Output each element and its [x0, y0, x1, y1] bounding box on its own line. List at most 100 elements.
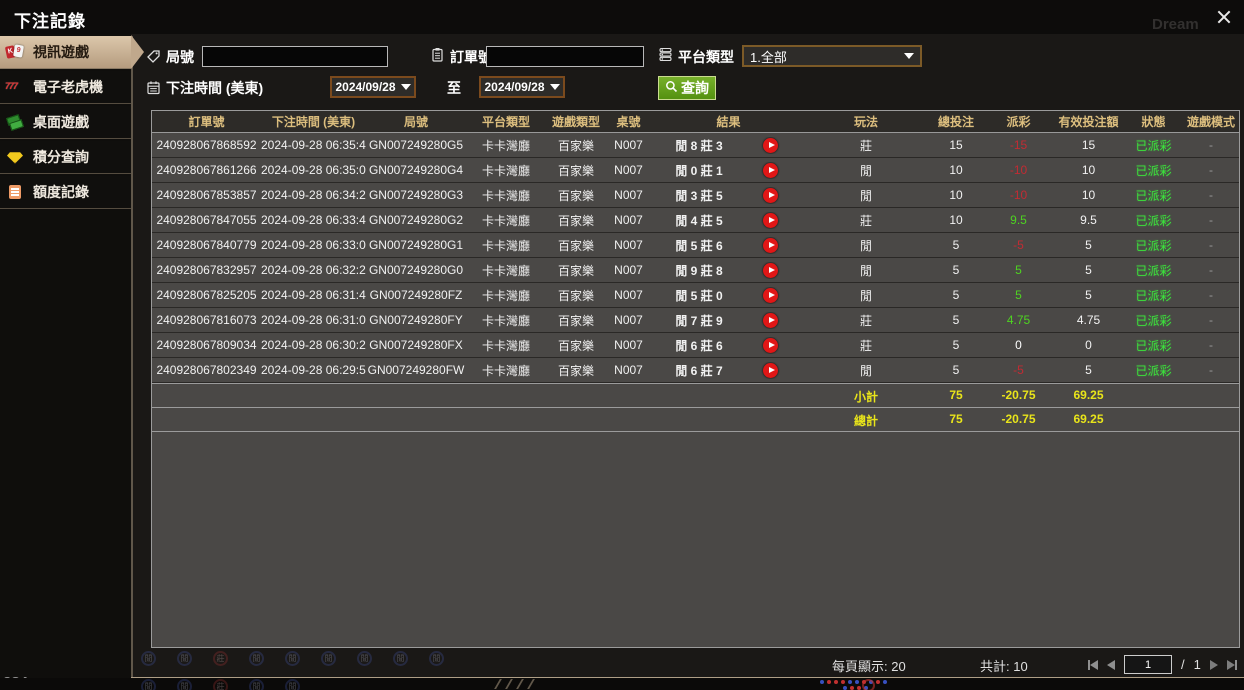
cell-game-mode: -	[1209, 313, 1213, 327]
column-header: 下注時間 (美東)	[271, 115, 356, 129]
cell-total-bet: 5	[952, 363, 960, 377]
play-video-icon[interactable]	[763, 137, 778, 153]
cell-platform: 卡卡灣廳	[481, 238, 530, 253]
player-bead: 閒	[177, 679, 192, 690]
search-button[interactable]: 查詢	[658, 76, 716, 100]
platform-type-select[interactable]: 1.全部	[742, 45, 922, 67]
player-bead: 閒	[285, 679, 300, 690]
cell-valid-bet: 10	[1081, 163, 1096, 177]
tag-icon	[146, 49, 161, 64]
sidebar-item-label: 桌面遊戲	[33, 114, 89, 130]
cell-order-number: 240928067853857	[156, 188, 257, 202]
play-video-icon[interactable]	[763, 337, 778, 353]
cell-game-type: 百家樂	[557, 238, 594, 253]
cell-total-bet: 5	[952, 338, 960, 352]
cell-result: 閒 5 莊 6	[651, 237, 806, 254]
cell-status: 已派彩	[1135, 338, 1172, 353]
title-bar: 下注記錄 Dream	[0, 0, 1244, 34]
last-page-button[interactable]	[1226, 659, 1237, 670]
cell-result: 閒 9 莊 8	[651, 262, 806, 279]
cell-status: 已派彩	[1135, 313, 1172, 328]
result-text: 閒 9 莊 8	[675, 263, 723, 278]
result-text: 閒 0 莊 1	[675, 163, 723, 178]
cell-bet-time: 2024-09-28 06:35:40	[261, 138, 366, 152]
cell-result: 閒 3 莊 5	[651, 187, 806, 204]
sidebar-item-0[interactable]: K 9 視訊遊戲	[0, 35, 144, 69]
cell-play-type: 閒	[859, 363, 872, 378]
column-header: 遊戲模式	[1186, 115, 1235, 129]
close-icon[interactable]	[1216, 9, 1232, 25]
cell-game-mode: -	[1209, 213, 1213, 227]
cell-table-number: N007	[614, 338, 643, 352]
cell-table-number: N007	[614, 363, 643, 377]
cell-platform: 卡卡灣廳	[481, 288, 530, 303]
cell-game-mode: -	[1209, 163, 1213, 177]
cell-order-number: 240928067809034	[156, 338, 257, 352]
player-bead: 閒	[141, 679, 156, 690]
table-row: 240928067832957 2024-09-28 06:32:25 GN0072…	[152, 258, 1239, 283]
cell-game-type: 百家樂	[557, 188, 594, 203]
date-to-value: 2024/09/28	[484, 80, 545, 94]
play-video-icon[interactable]	[763, 362, 778, 378]
table-games-icon	[5, 113, 26, 132]
prev-page-button[interactable]	[1107, 659, 1115, 670]
play-video-icon[interactable]	[763, 187, 778, 203]
column-header: 派彩	[1006, 115, 1031, 129]
play-video-icon[interactable]	[763, 262, 778, 278]
first-page-button[interactable]	[1088, 659, 1098, 670]
cell-result: 閒 7 莊 9	[651, 312, 806, 329]
cell-total-bet: 5	[952, 288, 960, 302]
play-video-icon[interactable]	[763, 287, 778, 303]
cell-round-number: GN007249280G4	[368, 163, 464, 177]
cell-table-number: N007	[614, 188, 643, 202]
platform-list-icon	[658, 47, 673, 62]
bet-records-table: 訂單號 下注時間 (美東) 局號 平台類型 遊戲類型 桌號 結果 玩法 總投注 派彩 有效投注額 狀態…	[151, 110, 1240, 648]
cell-total-bet: 5	[952, 313, 960, 327]
column-header: 玩法	[853, 115, 878, 129]
cell-status: 已派彩	[1135, 238, 1172, 253]
banker-dot	[841, 680, 845, 684]
subtotal-total-bet: 75	[949, 388, 963, 402]
page-input[interactable]	[1124, 655, 1172, 674]
date-to-picker[interactable]: 2024/09/28	[479, 76, 565, 98]
order-number-input[interactable]	[486, 46, 644, 67]
cell-game-mode: -	[1209, 363, 1213, 377]
search-button-label: 查詢	[681, 80, 709, 96]
cell-payout: 5	[1015, 288, 1022, 302]
play-video-icon[interactable]	[763, 312, 778, 328]
sidebar-item-2[interactable]: 桌面遊戲	[0, 106, 131, 139]
play-video-icon[interactable]	[763, 162, 778, 178]
date-from-picker[interactable]: 2024/09/28	[330, 76, 416, 98]
cell-play-type: 莊	[859, 338, 872, 353]
cell-play-type: 閒	[859, 288, 872, 303]
play-video-icon[interactable]	[763, 237, 778, 253]
cell-order-number: 240928067847055	[156, 213, 257, 227]
calendar-icon	[146, 80, 161, 95]
sidebar-item-1[interactable]: 777 電子老虎機	[0, 71, 131, 104]
sidebar-item-4[interactable]: 額度記錄	[0, 176, 131, 209]
cell-order-number: 240928067832957	[156, 263, 257, 277]
table-row: 240928067853857 2024-09-28 06:34:22 GN0072…	[152, 183, 1239, 208]
cell-play-type: 莊	[859, 213, 872, 228]
player-dot	[855, 680, 859, 684]
next-page-button[interactable]	[1209, 659, 1218, 670]
sidebar-item-3[interactable]: 積分查詢	[0, 141, 131, 174]
player-bead: 閒	[285, 651, 300, 666]
cell-payout: 5	[1015, 263, 1022, 277]
total-count-label: 共計: 10	[980, 659, 1028, 674]
cell-bet-time: 2024-09-28 06:33:45	[261, 213, 366, 227]
cell-valid-bet: 10	[1081, 188, 1096, 202]
grand-total-label: 總計	[853, 414, 878, 428]
cell-status: 已派彩	[1135, 163, 1172, 178]
cell-order-number: 240928067868592	[156, 138, 257, 152]
player-bead: 閒	[249, 651, 264, 666]
cell-platform: 卡卡灣廳	[481, 213, 530, 228]
cell-game-type: 百家樂	[557, 288, 594, 303]
play-video-icon[interactable]	[763, 212, 778, 228]
cell-game-type: 百家樂	[557, 338, 594, 353]
table-row: 240928067802349 2024-09-28 06:29:58 GN0072…	[152, 358, 1239, 383]
cell-table-number: N007	[614, 313, 643, 327]
page-count: 1	[1193, 657, 1201, 672]
cell-valid-bet: 5	[1085, 288, 1092, 302]
round-number-input[interactable]	[202, 46, 388, 67]
